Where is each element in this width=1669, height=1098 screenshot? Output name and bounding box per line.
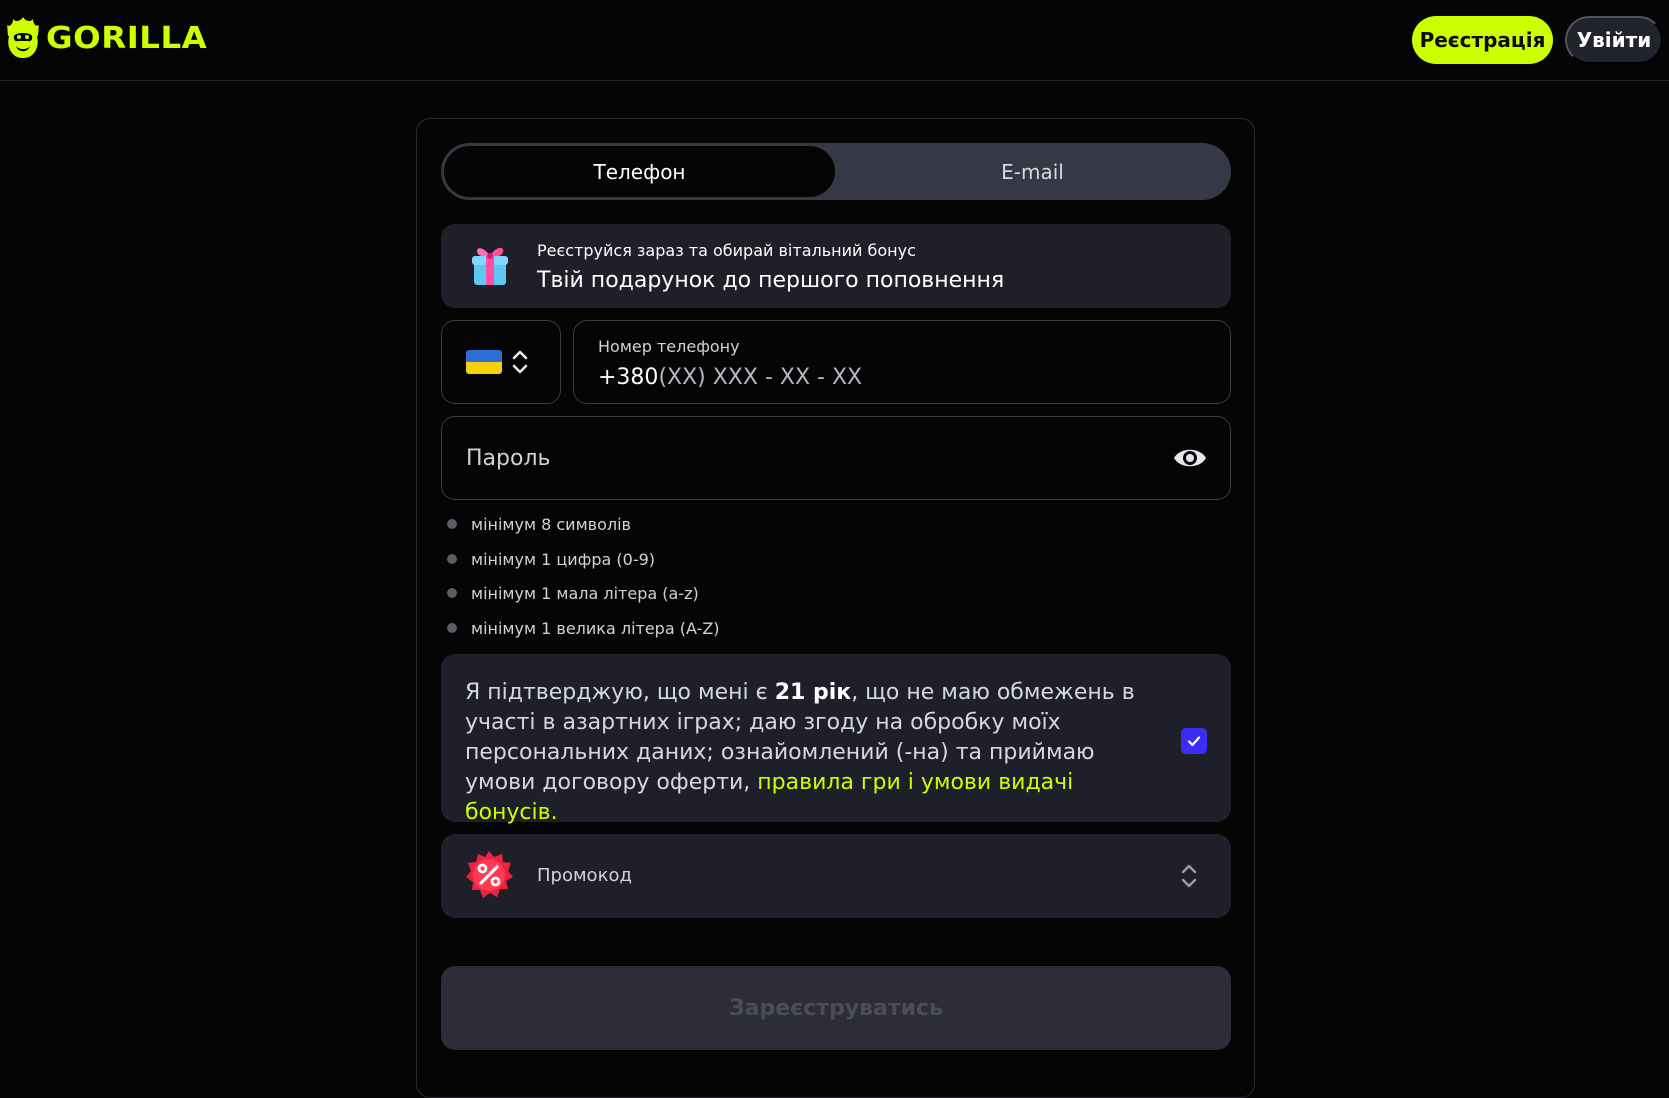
welcome-bonus-banner: Реєструйся зараз та обирай вітальний бон… <box>441 224 1231 308</box>
registration-method-tabs: Телефон E-mail <box>441 143 1231 200</box>
tab-email[interactable]: E-mail <box>837 146 1228 197</box>
gorilla-logo-icon <box>7 17 39 58</box>
terms-consent-text: Я підтверджую, що мені є 21 рік, що не м… <box>465 680 1135 825</box>
top-header: GORILLA Реєстрація Увійти <box>0 0 1669 81</box>
chevron-updown-icon <box>1181 864 1197 888</box>
promo-code-label: Промокод <box>537 865 632 886</box>
gift-icon <box>472 247 508 285</box>
eye-icon[interactable] <box>1172 443 1208 473</box>
country-code-select[interactable] <box>441 320 561 404</box>
login-button[interactable]: Увійти <box>1565 16 1663 64</box>
percent-badge-icon <box>466 851 513 898</box>
chevron-updown-icon <box>512 350 528 374</box>
password-placeholder: Пароль <box>466 446 551 471</box>
phone-number-label: Номер телефону <box>598 337 740 356</box>
bonus-title: Твій подарунок до першого поповнення <box>537 268 1005 293</box>
phone-number-input[interactable]: +380(XX) XXX - XX - XX <box>598 365 862 390</box>
brand-logo[interactable]: GORILLA <box>6 16 207 60</box>
promo-code-toggle[interactable]: Промокод <box>441 834 1231 918</box>
register-button[interactable]: Реєстрація <box>1412 16 1553 64</box>
phone-prefix: +380 <box>598 365 659 390</box>
phone-mask: (XX) XXX - XX - XX <box>658 365 863 390</box>
terms-checkbox[interactable] <box>1181 728 1207 754</box>
ukraine-flag-icon <box>466 350 502 374</box>
terms-consent: Я підтверджую, що мені є 21 рік, що не м… <box>441 654 1231 825</box>
brand-name: GORILLA <box>46 20 208 56</box>
bonus-subtitle: Реєструйся зараз та обирай вітальний бон… <box>537 241 916 260</box>
check-icon <box>1187 736 1201 747</box>
tab-phone[interactable]: Телефон <box>444 146 835 197</box>
password-field[interactable]: Пароль <box>441 416 1231 500</box>
submit-registration-button[interactable]: Зареєструватись <box>441 966 1231 1050</box>
game-rules-link[interactable]: правила гри <box>757 770 900 795</box>
phone-number-field[interactable]: Номер телефону +380(XX) XXX - XX - XX <box>573 320 1231 404</box>
